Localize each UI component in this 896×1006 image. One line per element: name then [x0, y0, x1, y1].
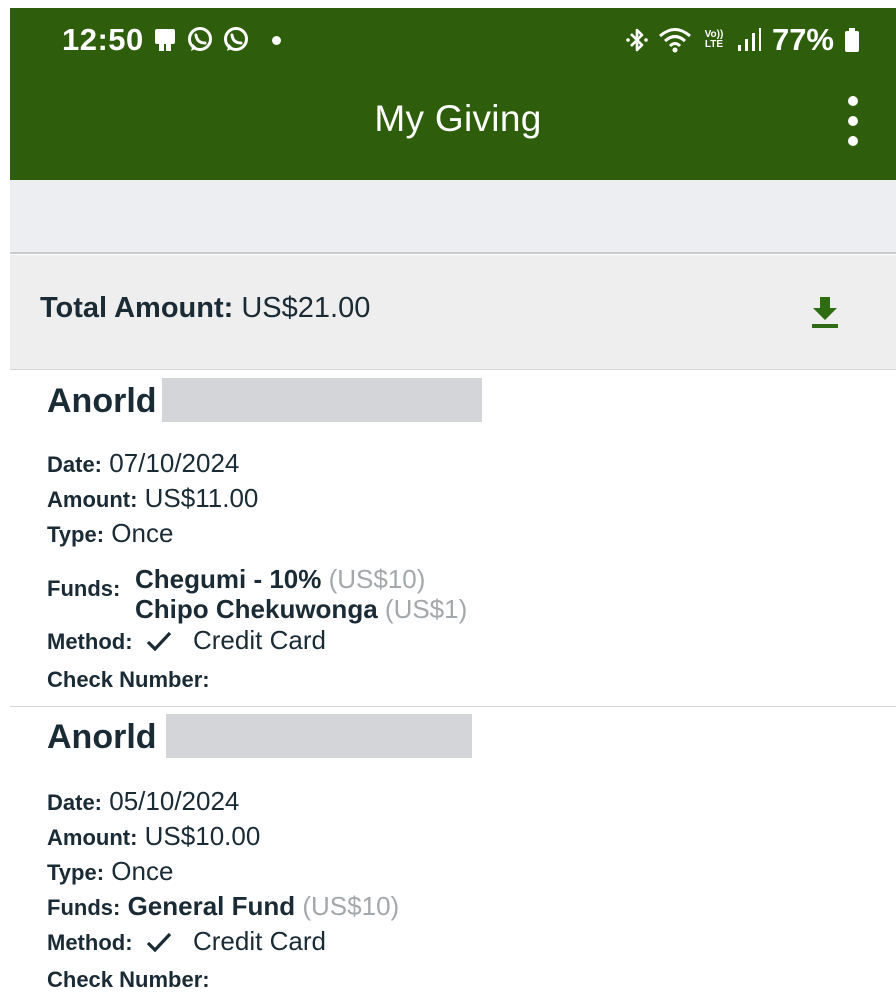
fund-amount: (US$10) — [328, 564, 426, 594]
date-label: Date: — [47, 790, 103, 815]
type-value: Once — [111, 518, 174, 548]
funds-label: Funds: — [47, 576, 121, 601]
bluetooth-icon — [626, 26, 648, 54]
screen: 12:50 Vo)) LTE 77% My Giving Total Amoun… — [0, 0, 896, 1006]
method-value: Credit Card — [193, 625, 326, 655]
battery-icon — [844, 27, 860, 53]
funds-row: Funds: General Fund (US$10) — [47, 891, 399, 922]
page-title: My Giving — [374, 98, 542, 139]
date-value: 07/10/2024 — [109, 448, 240, 478]
redacted-surname — [166, 714, 472, 758]
filter-strip — [10, 180, 896, 254]
check-number-row: Check Number: — [47, 963, 210, 994]
date-row: Date: 07/10/2024 — [47, 448, 239, 479]
redacted-surname — [162, 378, 482, 422]
status-time: 12:50 — [62, 22, 144, 57]
amount-row: Amount: US$10.00 — [47, 821, 260, 852]
fund-amount: (US$10) — [302, 891, 400, 921]
date-row: Date: 05/10/2024 — [47, 786, 239, 817]
method-label: Method: — [47, 930, 133, 955]
amount-value: US$11.00 — [144, 483, 259, 513]
battery-percent: 77% — [771, 22, 834, 57]
total-amount-value: US$21.00 — [241, 292, 371, 324]
app-header: 12:50 Vo)) LTE 77% My Giving — [10, 8, 896, 180]
type-row: Type: Once — [47, 518, 173, 549]
amount-label: Amount: — [47, 825, 138, 850]
funds-label: Funds: — [47, 895, 121, 920]
method-row: Method: Credit Card — [47, 625, 326, 658]
method-row: Method: Credit Card — [47, 926, 326, 959]
date-value: 05/10/2024 — [109, 786, 240, 816]
type-label: Type: — [47, 860, 105, 885]
status-left: 12:50 — [62, 22, 281, 58]
check-number-label: Check Number: — [47, 667, 210, 692]
type-value: Once — [111, 856, 174, 886]
date-label: Date: — [47, 452, 103, 477]
fund-name: Chipo Chekuwonga — [135, 594, 378, 624]
funds-list: Chegumi - 10% (US$10) Chipo Chekuwonga (… — [135, 564, 467, 624]
download-icon[interactable] — [810, 295, 840, 329]
donor-name: Anorld — [47, 382, 157, 420]
notification-icon — [152, 27, 178, 53]
transaction-card[interactable]: Anorld Date: 07/10/2024 Amount: US$11.00… — [10, 372, 896, 707]
check-number-label: Check Number: — [47, 967, 210, 992]
method-value: Credit Card — [193, 926, 326, 956]
method-label: Method: — [47, 629, 133, 654]
signal-icon — [736, 27, 762, 53]
volte-bottom: LTE — [704, 39, 724, 50]
amount-label: Amount: — [47, 487, 138, 512]
donor-name: Anorld — [47, 718, 157, 756]
overflow-menu-icon[interactable] — [840, 96, 866, 146]
check-number-row: Check Number: — [47, 663, 210, 694]
amount-row: Amount: US$11.00 — [47, 483, 258, 514]
amount-value: US$10.00 — [144, 821, 261, 851]
status-right: Vo)) LTE 77% — [626, 22, 860, 58]
whatsapp-icon — [222, 26, 250, 54]
fund-item: Chegumi - 10% (US$10) — [135, 564, 467, 594]
check-icon — [146, 928, 172, 959]
check-icon — [146, 627, 172, 658]
fund-item: Chipo Chekuwonga (US$1) — [135, 594, 467, 624]
fund-amount: (US$1) — [384, 594, 468, 624]
funds-row: Funds: Chegumi - 10% (US$10) Chipo Cheku… — [47, 564, 467, 624]
type-label: Type: — [47, 522, 105, 547]
notification-dot-icon — [271, 35, 281, 45]
transaction-card[interactable]: Anorld Date: 05/10/2024 Amount: US$10.00… — [10, 708, 896, 1006]
status-bar: 12:50 Vo)) LTE 77% — [10, 8, 896, 70]
whatsapp-icon — [186, 26, 214, 54]
volte-indicator: Vo)) LTE — [702, 30, 726, 50]
total-amount-row: Total Amount: US$21.00 — [10, 255, 896, 370]
fund-name: General Fund — [127, 891, 296, 921]
app-bar: My Giving — [10, 70, 896, 180]
wifi-icon — [658, 26, 692, 54]
type-row: Type: Once — [47, 856, 173, 887]
total-amount: Total Amount: US$21.00 — [40, 292, 370, 325]
fund-name: Chegumi - 10% — [135, 564, 322, 594]
total-amount-label: Total Amount: — [40, 292, 234, 324]
